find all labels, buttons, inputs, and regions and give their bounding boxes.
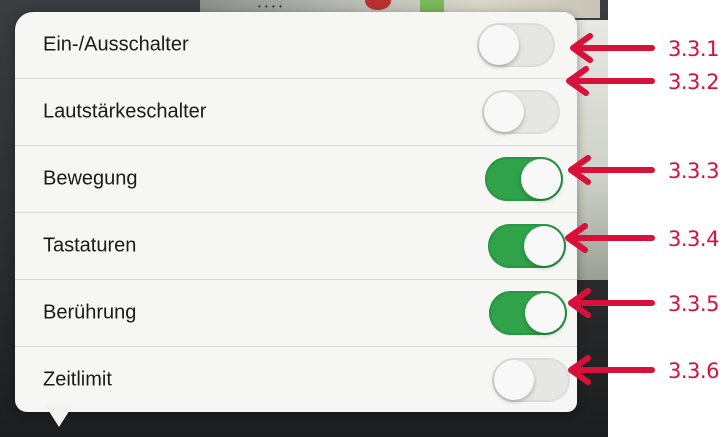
annotation-3-3-2: 3.3.2 — [564, 66, 724, 96]
annotation-label: 3.3.3 — [668, 159, 719, 183]
annotation-label: 3.3.4 — [668, 227, 719, 251]
annotation-3-3-1: 3.3.1 — [568, 33, 724, 63]
annotation-3-3-4: 3.3.4 — [563, 223, 724, 253]
toggle-knob — [521, 159, 561, 199]
left-arrow-icon — [570, 33, 655, 63]
annotation-3-3-6: 3.3.6 — [566, 355, 724, 385]
settings-row-motion: Bewegung — [15, 146, 577, 213]
annotation-3-3-5: 3.3.5 — [566, 288, 724, 318]
annotation-label: 3.3.2 — [668, 70, 719, 94]
settings-row-label: Ein-/Ausschalter — [43, 33, 189, 56]
background-dots: • • • • — [258, 2, 283, 11]
settings-row-label: Tastaturen — [43, 234, 137, 257]
annotation-label: 3.3.6 — [668, 359, 719, 383]
keyboards-toggle[interactable] — [488, 224, 566, 268]
time-limit-toggle[interactable] — [492, 358, 570, 402]
settings-row-touch: Berührung — [15, 280, 577, 347]
left-arrow-icon — [568, 355, 655, 385]
toggle-knob — [494, 360, 534, 400]
settings-row-time-limit: Zeitlimit — [15, 347, 577, 412]
settings-row-volume-switch: Lautstärkeschalter — [15, 79, 577, 146]
settings-row-keyboards: Tastaturen — [15, 213, 577, 280]
settings-row-label: Berührung — [43, 301, 137, 324]
settings-row-power-switch: Ein-/Ausschalter — [15, 12, 577, 79]
toggle-knob — [479, 25, 519, 65]
annotation-3-3-3: 3.3.3 — [566, 155, 724, 185]
annotation-label: 3.3.1 — [668, 37, 719, 61]
motion-toggle[interactable] — [485, 157, 563, 201]
settings-row-label: Bewegung — [43, 167, 138, 190]
settings-popover: Ein-/Ausschalter Lautstärkeschalter Bewe… — [15, 12, 577, 412]
annotation-label: 3.3.5 — [668, 292, 719, 316]
left-arrow-icon — [568, 288, 655, 318]
left-arrow-icon — [566, 66, 655, 96]
left-arrow-icon — [565, 223, 655, 253]
toggle-knob — [525, 293, 565, 333]
popover-tail — [45, 405, 73, 427]
toggle-knob — [484, 92, 524, 132]
settings-row-label: Lautstärkeschalter — [43, 100, 207, 123]
touch-toggle[interactable] — [489, 291, 567, 335]
volume-switch-toggle[interactable] — [482, 90, 560, 134]
power-switch-toggle[interactable] — [477, 23, 555, 67]
settings-row-label: Zeitlimit — [43, 368, 112, 391]
left-arrow-icon — [568, 155, 655, 185]
toggle-knob — [524, 226, 564, 266]
background-green-shape — [420, 0, 444, 12]
